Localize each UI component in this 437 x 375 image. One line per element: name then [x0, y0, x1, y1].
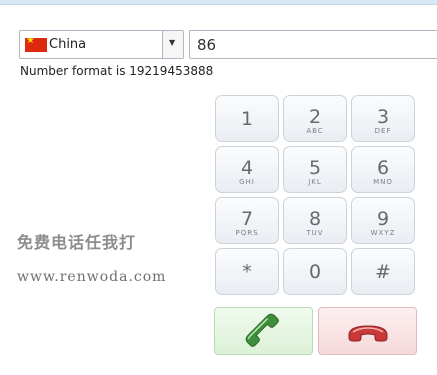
- watermark-url: www.renwoda.com: [17, 269, 167, 285]
- hangup-button[interactable]: [318, 307, 417, 355]
- country-select[interactable]: ★ China ▼: [19, 30, 184, 59]
- phone-hangup-icon: [348, 325, 388, 342]
- key-letters: DEF: [374, 127, 392, 135]
- key-7[interactable]: 7 PQRS: [215, 197, 279, 244]
- country-name: China: [49, 37, 87, 52]
- number-format-hint: Number format is 19219453888: [20, 64, 214, 78]
- key-digit: 7: [240, 208, 254, 230]
- key-letters: MNO: [373, 178, 393, 186]
- watermark-text: 免费电话任我打: [17, 233, 137, 252]
- key-digit: 4: [240, 157, 254, 179]
- key-digit: 0: [308, 261, 322, 283]
- chevron-down-icon: ▼: [169, 38, 176, 47]
- key-9[interactable]: 9 WXYZ: [351, 197, 415, 244]
- key-0[interactable]: 0: [283, 248, 347, 295]
- key-digit: 9: [376, 208, 390, 230]
- key-digit: 1: [240, 108, 254, 130]
- key-digit: 6: [376, 157, 390, 179]
- key-letters: TUV: [306, 229, 324, 237]
- china-flag-icon: ★: [25, 38, 47, 52]
- key-8[interactable]: 8 TUV: [283, 197, 347, 244]
- key-2[interactable]: 2 ABC: [283, 95, 347, 142]
- country-dropdown-button[interactable]: ▼: [162, 31, 183, 58]
- window-top-bar: [0, 0, 437, 5]
- phone-call-icon: [245, 313, 279, 347]
- key-digit: 2: [308, 106, 322, 128]
- key-digit: 8: [308, 208, 322, 230]
- key-5[interactable]: 5 JKL: [283, 146, 347, 193]
- key-letters: WXYZ: [370, 229, 396, 237]
- key-digit: *: [242, 261, 252, 283]
- key-digit: 5: [308, 157, 322, 179]
- key-hash[interactable]: #: [351, 248, 415, 295]
- key-3[interactable]: 3 DEF: [351, 95, 415, 142]
- key-star[interactable]: *: [215, 248, 279, 295]
- key-letters: JKL: [308, 178, 322, 186]
- call-button[interactable]: [214, 307, 313, 355]
- key-1[interactable]: 1: [215, 95, 279, 142]
- key-4[interactable]: 4 GHI: [215, 146, 279, 193]
- key-6[interactable]: 6 MNO: [351, 146, 415, 193]
- key-digit: #: [375, 261, 391, 283]
- key-letters: ABC: [306, 127, 324, 135]
- phone-number-input[interactable]: [189, 30, 437, 59]
- key-digit: 3: [376, 106, 390, 128]
- key-letters: PQRS: [235, 229, 259, 237]
- key-letters: GHI: [239, 178, 255, 186]
